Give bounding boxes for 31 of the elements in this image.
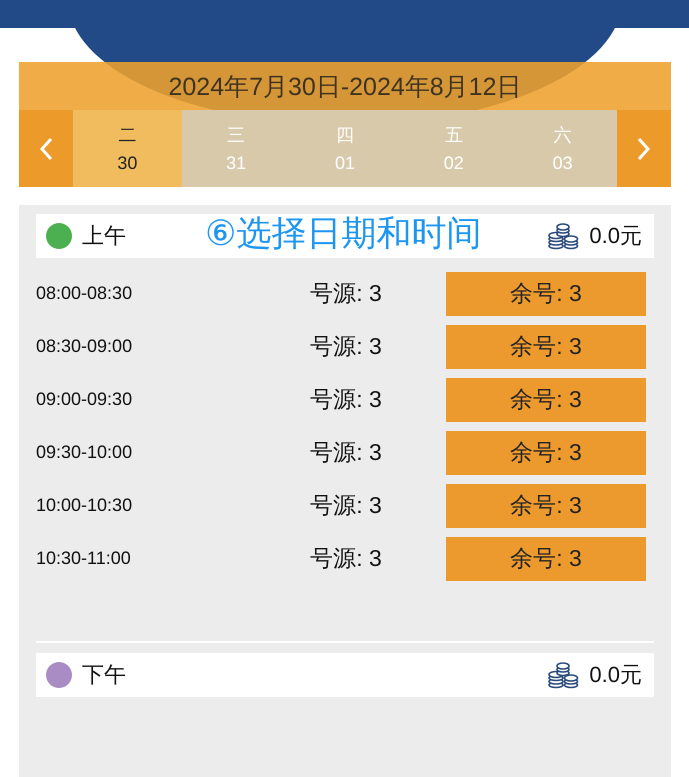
time-range: 09:30-10:00 — [36, 442, 134, 463]
day-tab[interactable]: 二 30 — [73, 110, 182, 187]
next-button[interactable] — [616, 110, 671, 187]
remaining-button[interactable]: 余号: 3 — [446, 430, 646, 474]
remaining-button[interactable]: 余号: 3 — [446, 378, 646, 422]
time-range: 08:00-08:30 — [36, 283, 134, 304]
time-range: 08:30-09:00 — [36, 336, 134, 357]
remaining-button[interactable]: 余号: 3 — [446, 272, 646, 316]
date-range-title: 2024年7月30日-2024年8月12日 — [19, 62, 671, 110]
source-count: 号源: 3 — [309, 544, 383, 573]
previous-button[interactable] — [19, 110, 73, 187]
source-count: 号源: 3 — [309, 385, 383, 414]
time-range: 09:00-09:30 — [36, 389, 134, 410]
time-range: 10:30-11:00 — [36, 548, 132, 569]
coins-icon — [547, 222, 580, 250]
fee-text: 0.0元 — [589, 222, 642, 250]
session-label: 上午 — [82, 222, 126, 250]
source-count: 号源: 3 — [309, 438, 383, 467]
time-range: 10:00-10:30 — [36, 495, 134, 516]
remaining-button[interactable]: 余号: 3 — [446, 484, 646, 528]
remaining-button[interactable]: 余号: 3 — [446, 324, 646, 368]
fee-text: 0.0元 — [589, 661, 642, 689]
remaining-button[interactable]: 余号: 3 — [446, 536, 646, 580]
session-label: 下午 — [82, 661, 126, 689]
coins-icon — [547, 661, 580, 689]
annotation-text: ⑥选择日期和时间 — [205, 213, 482, 255]
chevron-left-icon — [39, 136, 53, 160]
source-count: 号源: 3 — [309, 279, 383, 308]
source-count: 号源: 3 — [309, 332, 383, 361]
source-count: 号源: 3 — [309, 491, 383, 520]
chevron-right-icon — [636, 136, 651, 160]
